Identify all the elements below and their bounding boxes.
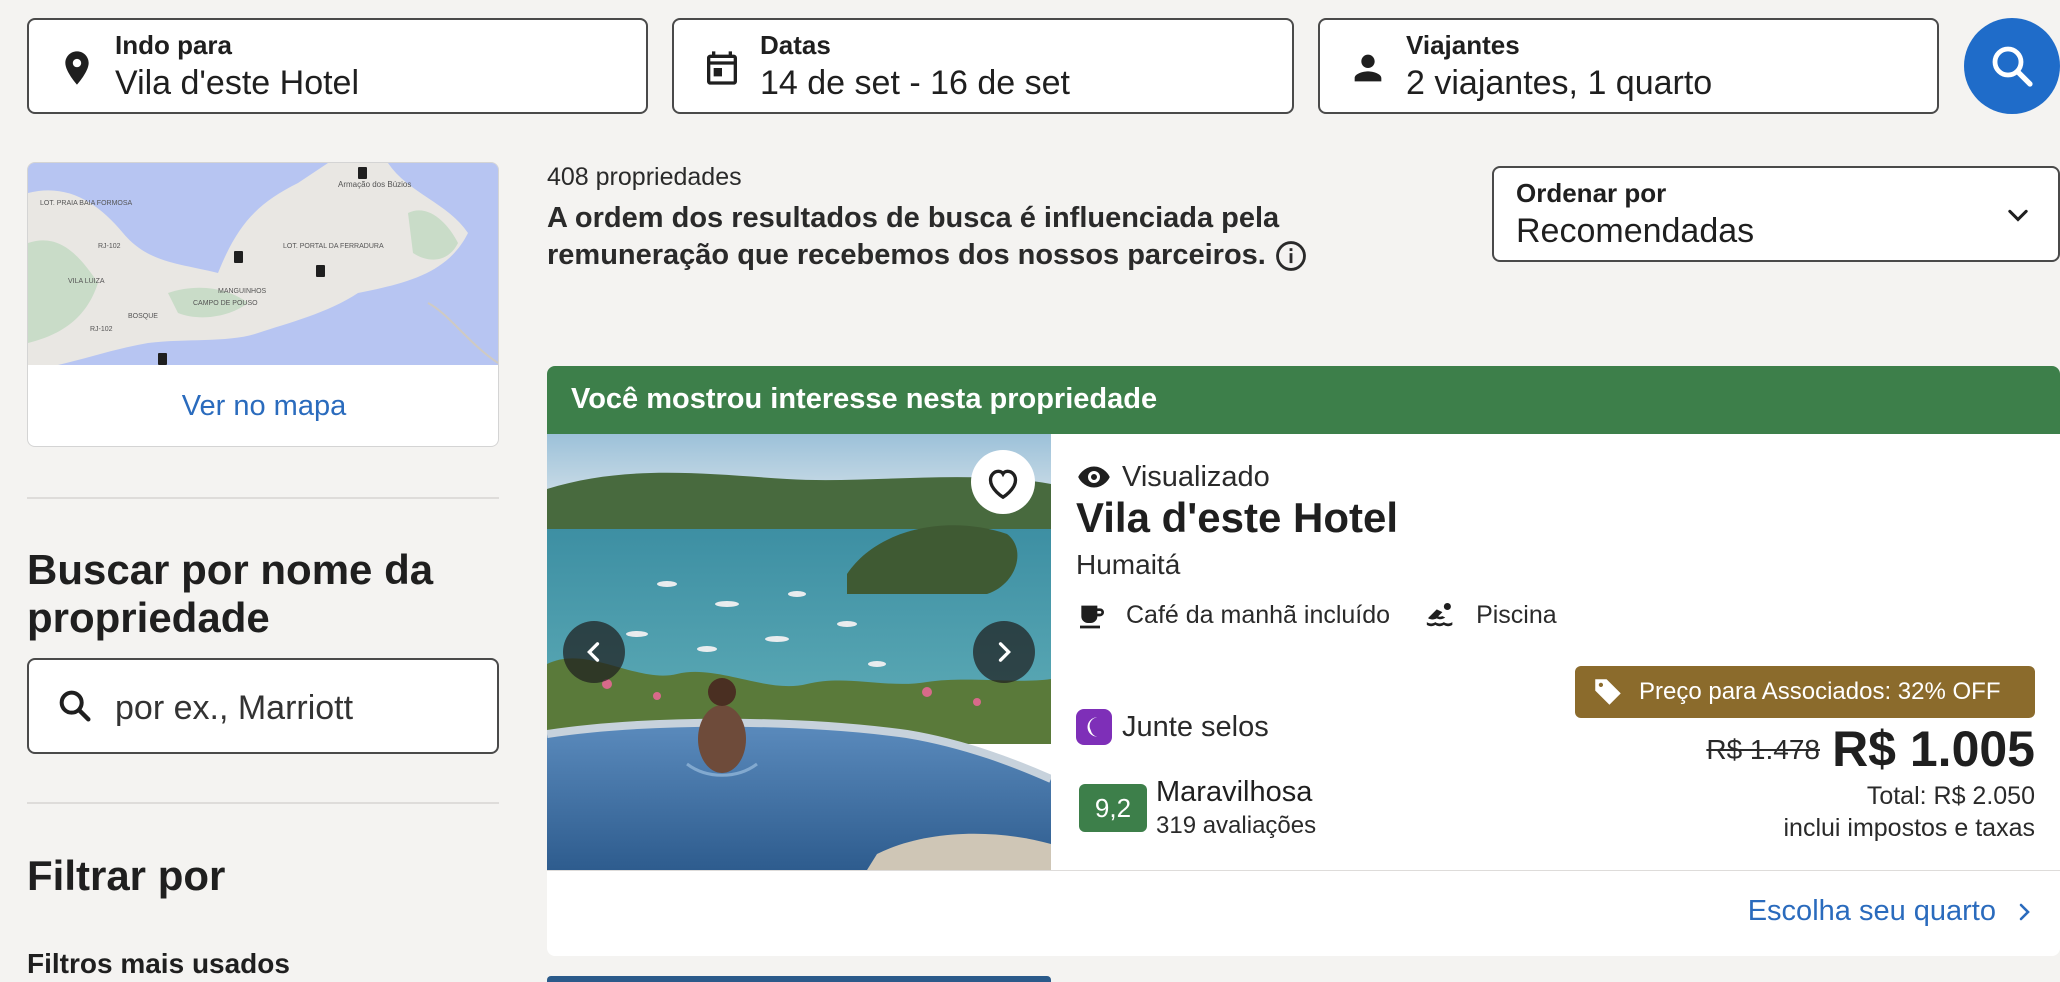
nightly-price: R$ 1.005 bbox=[1832, 721, 2035, 777]
amenity-label: Café da manhã incluído bbox=[1126, 600, 1391, 629]
chevron-right-icon bbox=[998, 642, 1011, 662]
map-label: LOT. PRAIA BAIA FORMOSA bbox=[40, 200, 133, 207]
map-hotel-marker[interactable] bbox=[234, 251, 243, 263]
member-price-label: Preço para Associados: 32% OFF bbox=[1639, 678, 2001, 705]
search-icon bbox=[1992, 46, 2033, 87]
map-label: BOSQUE bbox=[128, 313, 158, 320]
next-property-card[interactable] bbox=[547, 976, 1051, 982]
card-footer: Escolha seu quarto bbox=[547, 870, 2060, 956]
dates-value: 14 de set - 16 de set bbox=[760, 64, 1070, 102]
property-location: Humaitá bbox=[1076, 549, 1181, 580]
travelers-value: 2 viajantes, 1 quarto bbox=[1406, 64, 1713, 102]
pool-icon bbox=[1426, 602, 1453, 627]
map-graphic: LOT. PRAIA BAIA FORMOSA RJ-102 VILA LUIZ… bbox=[28, 163, 498, 365]
amenities-list: Café da manhã incluído Piscina bbox=[1076, 598, 1557, 632]
moon-icon bbox=[1076, 709, 1112, 745]
amenity-label: Piscina bbox=[1476, 600, 1557, 629]
calendar-icon bbox=[707, 51, 737, 85]
filter-heading: Filtrar por bbox=[27, 852, 226, 899]
rating-score: 9,2 bbox=[1079, 784, 1147, 832]
original-price: R$ 1.478 bbox=[1706, 734, 1820, 765]
tag-icon bbox=[1595, 679, 1621, 705]
map-thumbnail[interactable]: LOT. PRAIA BAIA FORMOSA RJ-102 VILA LUIZ… bbox=[28, 163, 498, 365]
coffee-icon bbox=[1080, 605, 1104, 629]
property-name[interactable]: Vila d'este Hotel bbox=[1076, 494, 1398, 542]
search-icon bbox=[59, 690, 91, 722]
loyalty-stamps: Junte selos bbox=[1076, 709, 1269, 745]
map-label: VILA LUIZA bbox=[68, 278, 105, 285]
chevron-down-icon bbox=[2008, 209, 2028, 222]
viewed-indicator: Visualizado bbox=[1076, 459, 1270, 495]
loyalty-label: Junte selos bbox=[1122, 710, 1269, 743]
chevron-left-icon bbox=[587, 642, 600, 662]
destination-field[interactable]: Indo para Vila d'este Hotel bbox=[27, 18, 648, 114]
map-hotel-marker[interactable] bbox=[358, 167, 367, 179]
results-count: 408 propriedades bbox=[547, 163, 742, 191]
carousel-prev-button[interactable] bbox=[563, 621, 625, 683]
choose-room-label: Escolha seu quarto bbox=[1747, 895, 1996, 927]
property-search-heading: Buscar por nome da propriedade bbox=[27, 546, 434, 641]
ranking-disclaimer: A ordem dos resultados de busca é influe… bbox=[547, 200, 1467, 274]
map-label: RJ-102 bbox=[98, 243, 121, 250]
property-search-field[interactable] bbox=[27, 658, 499, 754]
sort-value: Recomendadas bbox=[1516, 212, 1755, 250]
person-icon bbox=[1354, 54, 1382, 82]
map-label: CAMPO DE POUSO bbox=[193, 300, 258, 307]
review-count: 319 avaliações bbox=[1156, 812, 1317, 839]
disclaimer-text: A ordem dos resultados de busca é influe… bbox=[547, 202, 1280, 271]
viewed-label: Visualizado bbox=[1122, 460, 1270, 493]
map-label: MANGUINHOS bbox=[218, 288, 267, 295]
property-card[interactable]: Você mostrou interesse nesta propriedade bbox=[547, 366, 2060, 956]
map-pin-icon bbox=[65, 51, 89, 85]
map-hotel-marker[interactable] bbox=[158, 353, 167, 365]
map-label: RJ-102 bbox=[90, 326, 113, 333]
favorite-button[interactable] bbox=[971, 450, 1035, 514]
eye-icon bbox=[1078, 466, 1110, 488]
destination-label: Indo para bbox=[115, 30, 233, 60]
sort-label: Ordenar por bbox=[1516, 178, 1667, 208]
popular-filters-heading: Filtros mais usados bbox=[27, 948, 290, 979]
carousel-next-button[interactable] bbox=[973, 621, 1035, 683]
amenity-pool: Piscina bbox=[1424, 598, 1557, 632]
search-button[interactable] bbox=[1964, 18, 2060, 114]
travelers-field[interactable]: Viajantes 2 viajantes, 1 quarto bbox=[1318, 18, 1939, 114]
info-icon[interactable] bbox=[1274, 239, 1308, 273]
taxes-note: inclui impostos e taxas bbox=[1783, 814, 2035, 842]
amenity-breakfast: Café da manhã incluído bbox=[1076, 598, 1390, 632]
map-label: Armação dos Búzios bbox=[338, 180, 411, 189]
destination-value: Vila d'este Hotel bbox=[115, 64, 360, 102]
dates-field[interactable]: Datas 14 de set - 16 de set bbox=[672, 18, 1294, 114]
sidebar-divider bbox=[27, 497, 499, 499]
rating-word: Maravilhosa bbox=[1156, 776, 1313, 808]
choose-room-link[interactable]: Escolha seu quarto bbox=[1748, 895, 2036, 928]
view-map-link[interactable]: Ver no mapa bbox=[28, 365, 498, 446]
travelers-label: Viajantes bbox=[1406, 30, 1520, 60]
member-price-badge: Preço para Associados: 32% OFF bbox=[1575, 666, 2035, 718]
dates-label: Datas bbox=[760, 30, 831, 60]
chevron-right-icon bbox=[2019, 903, 2030, 920]
map-label: LOT. PORTAL DA FERRADURA bbox=[283, 243, 384, 250]
map-card[interactable]: LOT. PRAIA BAIA FORMOSA RJ-102 VILA LUIZ… bbox=[27, 162, 499, 447]
sidebar-divider bbox=[27, 802, 499, 804]
interest-banner: Você mostrou interesse nesta propriedade bbox=[547, 366, 2060, 434]
total-price: Total: R$ 2.050 bbox=[1866, 782, 2035, 810]
heart-icon bbox=[988, 469, 1018, 500]
sort-select[interactable]: Ordenar por Recomendadas bbox=[1492, 166, 2060, 262]
property-photo[interactable] bbox=[547, 434, 1051, 870]
map-hotel-marker[interactable] bbox=[316, 265, 325, 277]
property-search-input[interactable] bbox=[115, 686, 475, 730]
